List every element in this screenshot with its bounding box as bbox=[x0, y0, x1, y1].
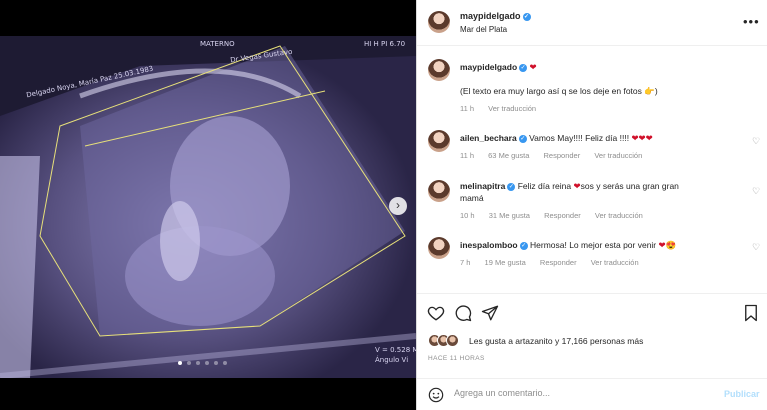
caption-text: (El texto era muy largo así q se los dej… bbox=[460, 86, 658, 96]
emoji-icon[interactable] bbox=[428, 387, 444, 403]
heart-emoji: ❤ bbox=[658, 240, 666, 250]
verified-icon: ✓ bbox=[519, 63, 528, 72]
save-icon[interactable] bbox=[743, 304, 759, 322]
share-icon[interactable] bbox=[481, 304, 499, 322]
carousel-dot bbox=[214, 361, 218, 365]
comment-username[interactable]: maypidelgado bbox=[460, 62, 517, 72]
comment-username[interactable]: melinapitra bbox=[460, 181, 505, 191]
translate-link[interactable]: Ver traducción bbox=[488, 104, 536, 113]
carousel-dot bbox=[223, 361, 227, 365]
carousel-dot bbox=[205, 361, 209, 365]
like-comment-icon[interactable]: ♡ bbox=[752, 243, 761, 252]
action-bar bbox=[417, 293, 767, 333]
post-time: HACE 11 HORAS bbox=[428, 355, 485, 362]
add-comment-bar: Publicar bbox=[417, 378, 767, 410]
comment-likes[interactable]: 63 Me gusta bbox=[488, 151, 529, 160]
comment-ailen: ailen_bechara ✓ Vamos May!!!! Feliz día !… bbox=[460, 132, 653, 144]
avatar[interactable] bbox=[428, 11, 450, 33]
like-icon[interactable] bbox=[427, 304, 445, 322]
heart-emoji: ❤❤❤ bbox=[631, 133, 653, 143]
post-username[interactable]: maypidelgado ✓ bbox=[460, 11, 531, 21]
post-media: MATERNO Dr Vegas Gustavo Delgado Noya, M… bbox=[0, 0, 416, 410]
more-options-icon[interactable]: ••• bbox=[743, 14, 760, 29]
heart-emoji: ❤ bbox=[529, 62, 537, 72]
reply-link[interactable]: Responder bbox=[544, 151, 581, 160]
comment-meta: 11 h 63 Me gusta Responder Ver traducció… bbox=[460, 151, 654, 160]
comment-icon[interactable] bbox=[454, 304, 472, 322]
comment-time: 11 h bbox=[460, 104, 475, 113]
comment-username[interactable]: inespalomboo bbox=[460, 240, 518, 250]
comment-time: 10 h bbox=[460, 211, 475, 220]
reply-link[interactable]: Responder bbox=[540, 258, 577, 267]
likes-summary[interactable]: Les gusta a artazanito y 17,166 personas… bbox=[469, 336, 643, 346]
carousel-dot bbox=[178, 361, 182, 365]
verified-icon: ✓ bbox=[518, 134, 527, 143]
comment-text: Hermosa! Lo mejor esta por venir bbox=[530, 240, 657, 250]
comment-time: 7 h bbox=[460, 258, 471, 267]
ultrasound-side-values: HI H PI 6.70 bbox=[364, 40, 406, 48]
post-username-text[interactable]: maypidelgado bbox=[460, 11, 521, 21]
comment-text-3: mamá bbox=[460, 193, 484, 203]
comment-text: Feliz día reina bbox=[517, 181, 572, 191]
comments-list: maypidelgado ✓ ❤ (El texto era muy largo … bbox=[417, 47, 767, 292]
post-location[interactable]: Mar del Plata bbox=[460, 25, 507, 34]
translate-link[interactable]: Ver traducción bbox=[594, 151, 642, 160]
caption-author: maypidelgado ✓ ❤ bbox=[460, 61, 537, 73]
verified-icon: ✓ bbox=[522, 12, 531, 21]
avatar[interactable] bbox=[428, 130, 450, 152]
comment-ines: inespalomboo ✓ Hermosa! Lo mejor esta por… bbox=[460, 240, 677, 250]
ultrasound-header-1: MATERNO bbox=[200, 40, 235, 48]
carousel-dots bbox=[178, 361, 227, 365]
verified-icon: ✓ bbox=[507, 182, 516, 191]
avatar[interactable] bbox=[428, 180, 450, 202]
avatar[interactable] bbox=[428, 237, 450, 259]
caption-meta: 11 h Ver traducción bbox=[460, 104, 548, 113]
ultrasound-footer-values: V = 0.528 MI bbox=[375, 346, 416, 354]
post-header: maypidelgado ✓ Mar del Plata ••• bbox=[417, 0, 767, 46]
comment-text: Vamos May!!!! Feliz día !!!! bbox=[529, 133, 630, 143]
comment-text-2: sos y serás una gran gran bbox=[580, 181, 679, 191]
publish-button[interactable]: Publicar bbox=[724, 389, 760, 399]
comment-melina: melinapitra ✓ Feliz día reina ❤sos y será… bbox=[460, 180, 750, 204]
avatar bbox=[446, 334, 459, 347]
like-comment-icon[interactable]: ♡ bbox=[752, 137, 761, 146]
heart-emoji: ❤ bbox=[573, 181, 581, 191]
reply-link[interactable]: Responder bbox=[544, 211, 581, 220]
carousel-next-icon[interactable]: › bbox=[389, 197, 407, 215]
comment-meta: 7 h 19 Me gusta Responder Ver traducción bbox=[460, 258, 651, 267]
comment-time: 11 h bbox=[460, 151, 475, 160]
translate-link[interactable]: Ver traducción bbox=[591, 258, 639, 267]
comment-likes[interactable]: 19 Me gusta bbox=[485, 258, 526, 267]
comment-likes[interactable]: 31 Me gusta bbox=[489, 211, 530, 220]
carousel-dot bbox=[187, 361, 191, 365]
avatar[interactable] bbox=[428, 59, 450, 81]
comment-meta: 10 h 31 Me gusta Responder Ver traducció… bbox=[460, 211, 655, 220]
liked-by-avatars bbox=[428, 334, 459, 347]
verified-icon: ✓ bbox=[519, 241, 528, 250]
translate-link[interactable]: Ver traducción bbox=[595, 211, 643, 220]
like-comment-icon[interactable]: ♡ bbox=[752, 187, 761, 196]
carousel-dot bbox=[196, 361, 200, 365]
comment-input[interactable] bbox=[454, 388, 704, 398]
ultrasound-image: MATERNO Dr Vegas Gustavo Delgado Noya, M… bbox=[0, 36, 416, 378]
ultrasound-footer-label: Ángulo Vi bbox=[375, 356, 409, 364]
comment-username[interactable]: ailen_bechara bbox=[460, 133, 517, 143]
post-panel: maypidelgado ✓ Mar del Plata ••• maypidel… bbox=[416, 0, 767, 410]
